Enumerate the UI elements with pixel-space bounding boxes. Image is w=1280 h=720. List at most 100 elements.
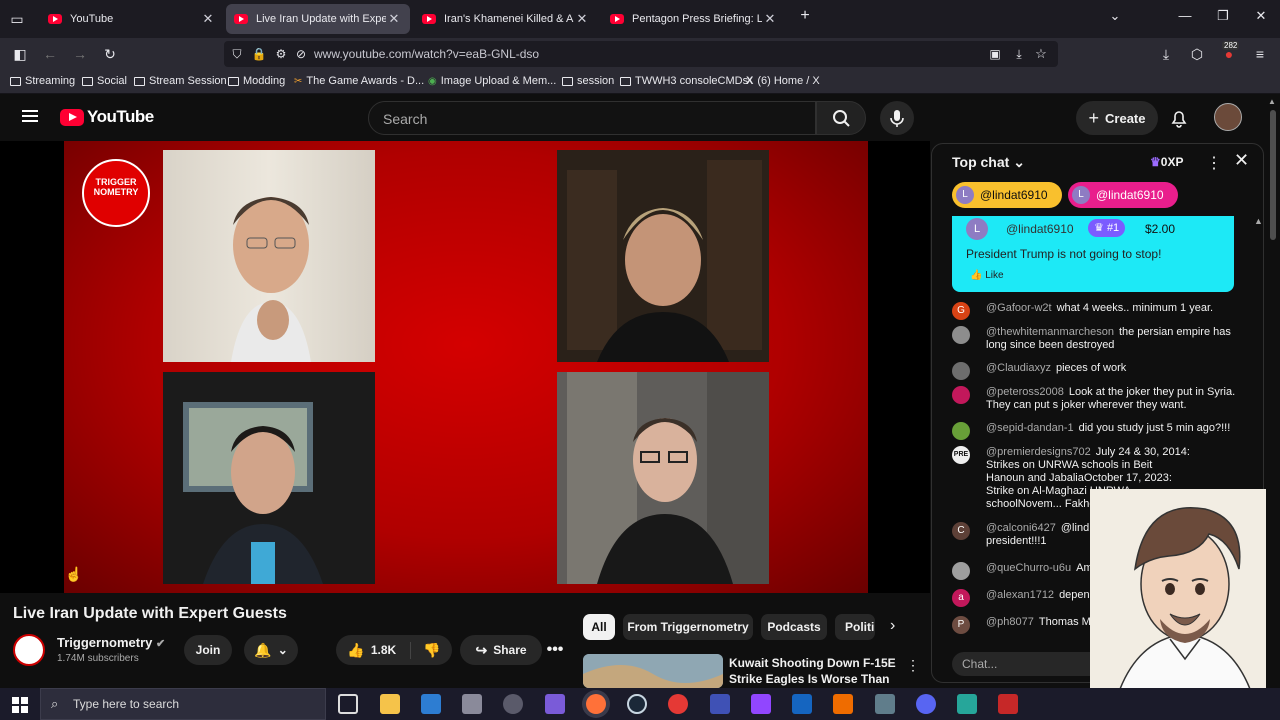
bookmark-stream-session[interactable]: Stream Session	[134, 75, 227, 87]
chat-menu-icon[interactable]: ⋮	[1206, 153, 1222, 173]
url-bar[interactable]: ⛉ 🔒 ⚙ ⊘ www.youtube.com/watch?v=eaB-GNL-…	[224, 41, 1058, 67]
chip-all[interactable]: All	[583, 614, 615, 640]
downloads-icon[interactable]: ⤓	[1157, 45, 1175, 63]
camera-blocked-icon[interactable]: ⊘	[292, 45, 310, 63]
restore-button[interactable]: ❐	[1208, 8, 1238, 24]
lock-icon[interactable]: 🔒	[250, 45, 268, 63]
super-chat-user[interactable]: @lindat6910	[1006, 222, 1074, 236]
chat-author[interactable]: @alexan1712	[986, 589, 1054, 601]
tab-live-iran-update[interactable]: Live Iran Update with Expert Gu ✕	[226, 4, 410, 34]
app-icon[interactable]	[875, 694, 895, 714]
chip-from-triggernometry[interactable]: From Triggernometry	[623, 614, 753, 640]
tab-khamenei[interactable]: Iran's Khamenei Killed & Al ✕	[414, 4, 598, 34]
ticker-chip[interactable]: L @lindat6910	[1068, 182, 1178, 208]
create-button[interactable]: + Create	[1076, 101, 1158, 135]
bookmark-image-upload[interactable]: ◉ Image Upload & Mem...	[428, 75, 556, 87]
steam-icon[interactable]	[627, 694, 647, 714]
chat-author[interactable]: @peteross2008	[986, 386, 1064, 398]
app-icon[interactable]	[462, 694, 482, 714]
close-window-button[interactable]: ✕	[1246, 8, 1276, 24]
more-actions-button[interactable]: •••	[540, 635, 570, 665]
twitch-icon[interactable]	[751, 694, 771, 714]
super-chat-like-button[interactable]: 👍 Like	[970, 270, 1004, 281]
picture-in-picture-icon[interactable]: ▣	[986, 45, 1004, 63]
app-icon[interactable]	[792, 694, 812, 714]
extensions-icon[interactable]: ⬡	[1188, 45, 1206, 63]
bookmark-streaming[interactable]: Streaming	[10, 75, 75, 87]
chat-author[interactable]: @ph8077	[986, 616, 1034, 628]
bookmark-x-home[interactable]: X (6) Home / X	[746, 75, 820, 87]
minimize-button[interactable]: —	[1170, 8, 1200, 23]
app-icon[interactable]	[833, 694, 853, 714]
bookmark-star-icon[interactable]: ☆	[1032, 45, 1050, 63]
bookmark-social[interactable]: Social	[82, 75, 127, 87]
share-button[interactable]: ↪ Share	[460, 635, 542, 665]
youtube-logo[interactable]: YouTube	[60, 107, 154, 127]
tab-pentagon-briefing[interactable]: Pentagon Press Briefing: Live Up ✕	[602, 4, 786, 34]
tab-list-icon[interactable]: ▭	[8, 10, 26, 28]
scroll-up-arrow-icon[interactable]: ▲	[1268, 97, 1276, 106]
notifications-bell-icon[interactable]	[1168, 107, 1190, 129]
url-text[interactable]: www.youtube.com/watch?v=eaB-GNL-dso	[314, 47, 539, 61]
chip-podcasts[interactable]: Podcasts	[761, 614, 827, 640]
xp-badge[interactable]: ♛0XP	[1150, 155, 1183, 169]
chat-author[interactable]: @queChurro-u6u	[986, 562, 1071, 574]
close-chat-icon[interactable]: ✕	[1234, 150, 1249, 171]
chat-author[interactable]: @thewhitemanmarcheson	[986, 326, 1114, 338]
close-tab-icon[interactable]: ✕	[574, 11, 590, 27]
chips-next-chevron-icon[interactable]: ›	[890, 617, 895, 635]
app-icon[interactable]	[957, 694, 977, 714]
chat-scroll-up-icon[interactable]: ▲	[1254, 216, 1263, 226]
file-explorer-icon[interactable]	[380, 694, 400, 714]
channel-avatar[interactable]	[13, 634, 45, 666]
chat-mode-selector[interactable]: Top chat ⌄	[952, 154, 1025, 171]
task-view-icon[interactable]	[338, 694, 358, 714]
chat-author[interactable]: @Gafoor-w2t	[986, 302, 1052, 314]
chat-author[interactable]: @premierdesigns702	[986, 446, 1091, 458]
channel-name[interactable]: Triggernometry ✔	[57, 635, 165, 650]
app-icon[interactable]	[545, 694, 565, 714]
tab-youtube[interactable]: YouTube ✕	[40, 4, 224, 34]
new-tab-button[interactable]: +	[790, 7, 820, 25]
discord-icon[interactable]	[916, 694, 936, 714]
voice-search-button[interactable]	[880, 101, 914, 135]
chat-author[interactable]: @calconi6427	[986, 522, 1056, 534]
windows-start-icon[interactable]	[12, 697, 28, 713]
menu-icon[interactable]: ≡	[1251, 45, 1269, 63]
forward-icon[interactable]: →	[71, 45, 89, 63]
ticker-chip[interactable]: L @lindat6910	[952, 182, 1062, 208]
subscription-bell-button[interactable]: 🔔 ⌄	[244, 635, 298, 665]
taskbar-search-input[interactable]: ⌕ Type here to search	[40, 688, 326, 720]
reload-icon[interactable]: ↻	[101, 45, 119, 63]
permissions-icon[interactable]: ⚙	[272, 45, 290, 63]
sidebar-toggle-icon[interactable]: ◧	[11, 45, 29, 63]
recommendation-more-icon[interactable]: ⋮	[906, 657, 920, 674]
app-icon[interactable]	[421, 694, 441, 714]
page-scrollbar-thumb[interactable]	[1270, 110, 1276, 240]
chat-author[interactable]: @sepid-dandan-1	[986, 422, 1074, 434]
close-tab-icon[interactable]: ✕	[386, 11, 402, 27]
tab-overflow-chevron-icon[interactable]: ⌄	[1100, 8, 1130, 24]
join-button[interactable]: Join	[184, 635, 232, 665]
close-tab-icon[interactable]: ✕	[762, 11, 778, 27]
chip-politics[interactable]: Politi	[835, 614, 875, 640]
like-button[interactable]: 👍 1.8K	[347, 641, 412, 659]
bookmark-game-awards[interactable]: ✂ The Game Awards - D...	[294, 75, 424, 87]
app-icon[interactable]	[710, 694, 730, 714]
app-icon[interactable]	[503, 694, 523, 714]
firefox-icon[interactable]	[586, 694, 606, 714]
shield-icon[interactable]: ⛉	[228, 45, 246, 63]
hamburger-menu-icon[interactable]	[22, 110, 38, 122]
bookmark-session[interactable]: session	[562, 75, 614, 87]
bookmark-twwh3[interactable]: TWWH3 consoleCMDs	[620, 75, 748, 87]
search-input[interactable]: Search	[368, 101, 816, 135]
user-avatar[interactable]	[1214, 103, 1242, 131]
save-page-icon[interactable]: ⤓	[1010, 45, 1028, 63]
app-icon[interactable]	[998, 694, 1018, 714]
close-tab-icon[interactable]: ✕	[200, 11, 216, 27]
recommendation-thumbnail[interactable]	[583, 654, 723, 688]
search-button[interactable]	[816, 101, 866, 135]
chat-author[interactable]: @Claudiaxyz	[986, 362, 1051, 374]
back-icon[interactable]: ←	[41, 45, 59, 63]
app-icon[interactable]	[668, 694, 688, 714]
